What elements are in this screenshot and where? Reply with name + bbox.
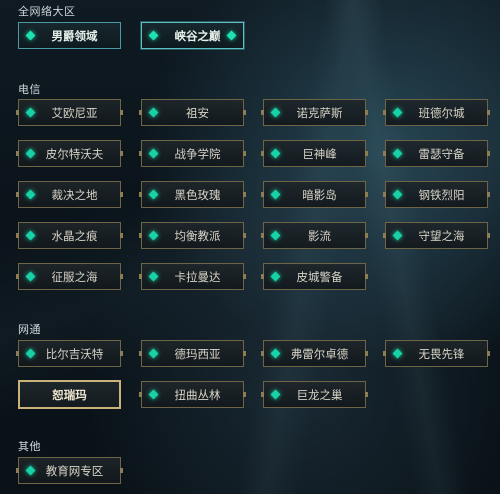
server-button[interactable]: 班德尔城 [383, 99, 490, 126]
server-button[interactable]: 弗雷尔卓德 [261, 340, 368, 367]
server-button[interactable]: 影流 [261, 222, 368, 249]
section-title-netcom: 网通 [18, 323, 41, 336]
server-button-selected[interactable]: 恕瑞玛 [18, 380, 121, 409]
server-button[interactable]: 黑色玫瑰 [139, 181, 246, 208]
section-title-telecom: 电信 [18, 83, 41, 96]
server-button[interactable]: 守望之海 [383, 222, 490, 249]
server-button-nanjue[interactable]: 男爵领域 [18, 22, 121, 49]
server-button[interactable]: 德玛西亚 [139, 340, 246, 367]
server-label: 恕瑞玛 [52, 387, 87, 402]
server-button[interactable]: 战争学院 [139, 140, 246, 167]
server-button[interactable]: 巨神峰 [261, 140, 368, 167]
server-button[interactable]: 巨龙之巢 [261, 381, 368, 408]
server-button[interactable]: 暗影岛 [261, 181, 368, 208]
server-button[interactable]: 比尔吉沃特 [16, 340, 123, 367]
server-button[interactable]: 水晶之痕 [16, 222, 123, 249]
server-button[interactable]: 皮城警备 [261, 263, 368, 290]
server-button[interactable]: 均衡教派 [139, 222, 246, 249]
section-title-other: 其他 [18, 440, 41, 453]
server-button-xiagu[interactable]: 峡谷之巅 [141, 22, 244, 49]
server-button[interactable]: 皮尔特沃夫 [16, 140, 123, 167]
server-button[interactable]: 诺克萨斯 [261, 99, 368, 126]
server-button[interactable]: 裁决之地 [16, 181, 123, 208]
server-button[interactable]: 雷瑟守备 [383, 140, 490, 167]
server-button[interactable]: 无畏先锋 [383, 340, 490, 367]
server-button[interactable]: 祖安 [139, 99, 246, 126]
section-title-all-network: 全网络大区 [18, 5, 76, 18]
server-button[interactable]: 钢铁烈阳 [383, 181, 490, 208]
server-button[interactable]: 扭曲丛林 [139, 381, 246, 408]
server-button[interactable]: 艾欧尼亚 [16, 99, 123, 126]
server-button[interactable]: 教育网专区 [16, 457, 123, 484]
server-button[interactable]: 征服之海 [16, 263, 123, 290]
server-button[interactable]: 卡拉曼达 [139, 263, 246, 290]
